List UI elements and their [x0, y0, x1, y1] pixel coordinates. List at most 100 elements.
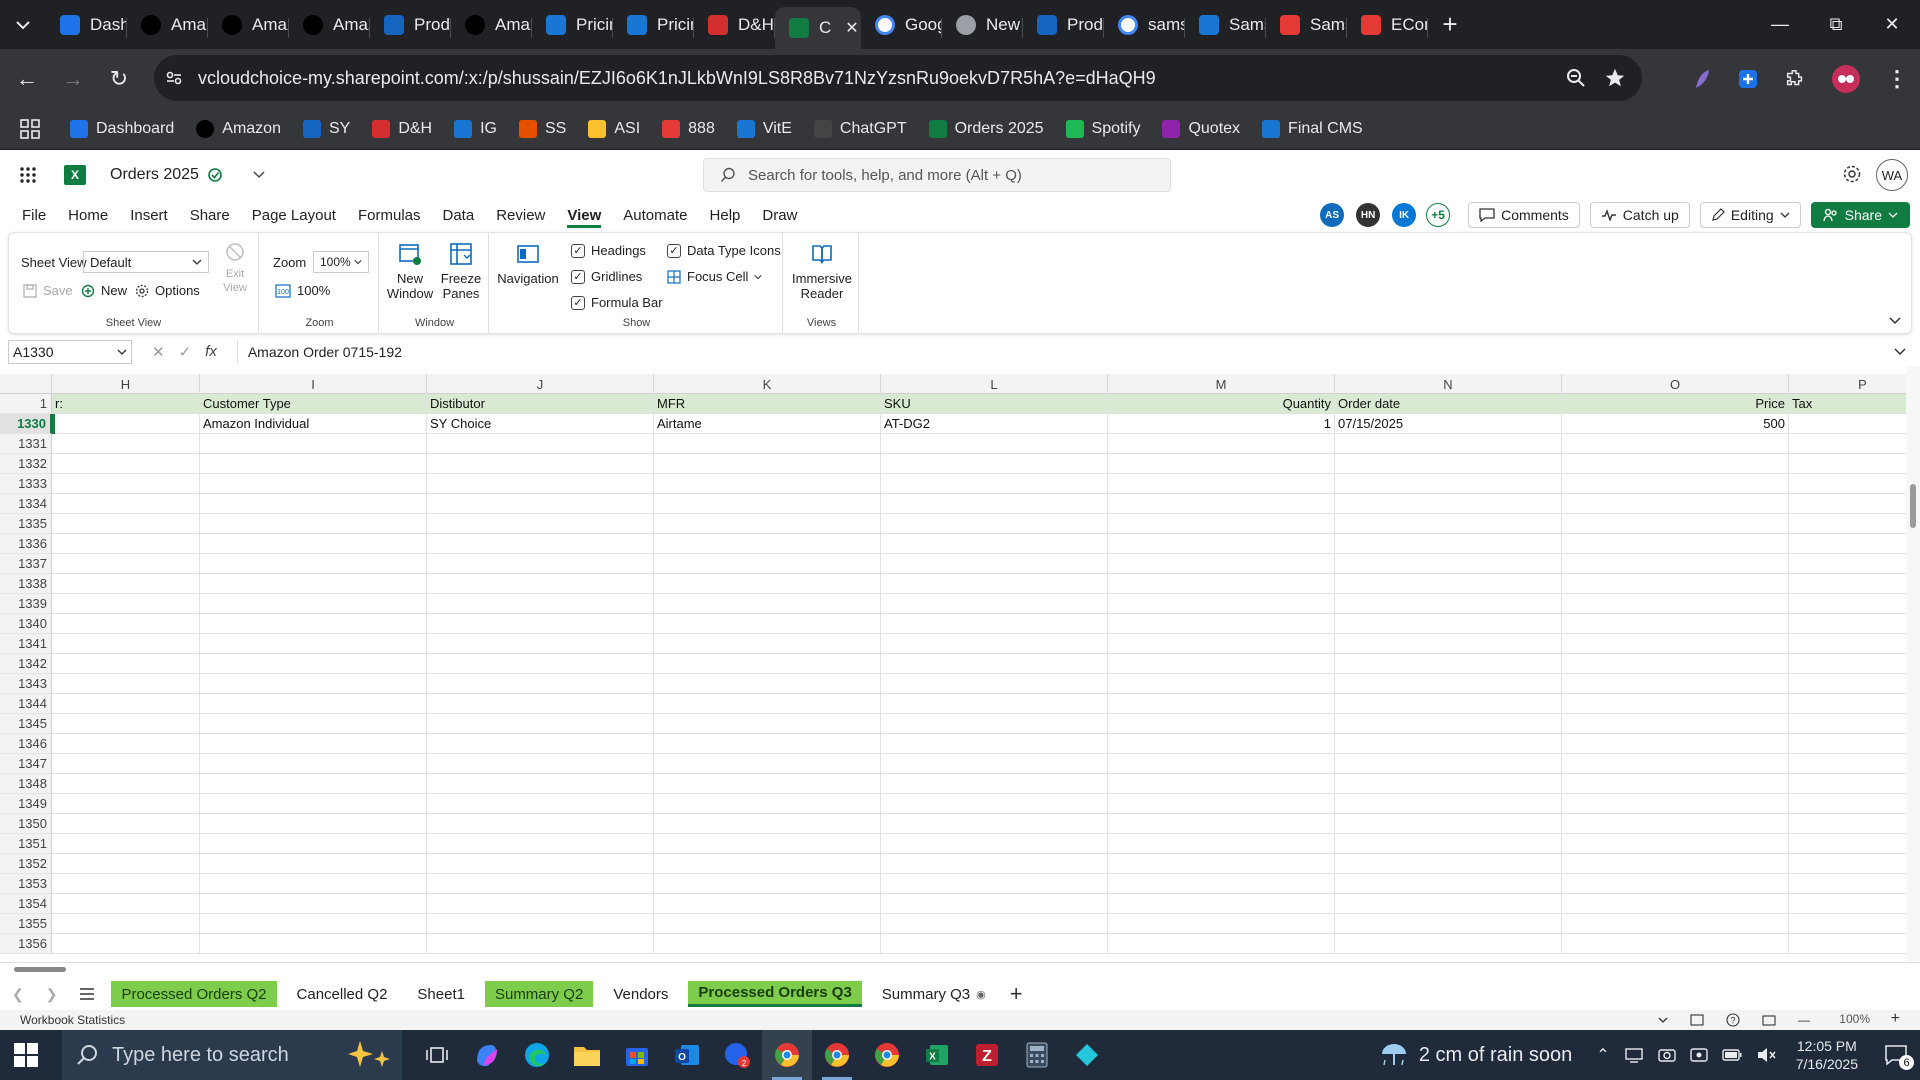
bookmark-item[interactable]: ChatGPT: [813, 120, 907, 138]
focus-cell-button[interactable]: Focus Cell: [667, 269, 762, 284]
browser-tab[interactable]: Amaz: [127, 6, 208, 44]
grid-cell[interactable]: [427, 594, 654, 614]
grid-cell[interactable]: [881, 854, 1108, 874]
grid-cell[interactable]: [881, 674, 1108, 694]
grid-cell[interactable]: [1789, 534, 1906, 554]
column-header[interactable]: O: [1562, 374, 1789, 394]
confirm-entry-icon[interactable]: ✓: [179, 343, 192, 361]
grid-cell[interactable]: [1108, 634, 1335, 654]
grid-cell[interactable]: [881, 694, 1108, 714]
browser-tab[interactable]: New: [942, 6, 1023, 44]
browser-tab[interactable]: Dashb: [46, 6, 127, 44]
grid-cell[interactable]: AT-DG2: [881, 414, 1108, 434]
site-info-icon[interactable]: [164, 68, 184, 88]
chevron-down-icon[interactable]: [1658, 1017, 1668, 1023]
grid-cell[interactable]: Amazon Individual: [200, 414, 427, 434]
grid-cell[interactable]: [200, 814, 427, 834]
menu-tab-help[interactable]: Help: [710, 203, 741, 228]
grid-cell[interactable]: 500: [1562, 414, 1789, 434]
row-header[interactable]: 1350: [0, 814, 52, 834]
row-header[interactable]: 1340: [0, 614, 52, 634]
grid-cell[interactable]: [1108, 754, 1335, 774]
grid-cell[interactable]: [654, 854, 881, 874]
grid-cell[interactable]: [1335, 814, 1562, 834]
grid-cell[interactable]: [654, 614, 881, 634]
row-header[interactable]: 1331: [0, 434, 52, 454]
grid-cell[interactable]: [427, 474, 654, 494]
catch-up-button[interactable]: Catch up: [1589, 202, 1690, 228]
teams-calendar-app[interactable]: 2: [712, 1030, 762, 1080]
document-title[interactable]: Orders 2025: [110, 166, 199, 184]
grid-cell[interactable]: [881, 634, 1108, 654]
menu-tab-page-layout[interactable]: Page Layout: [252, 203, 336, 228]
row-header[interactable]: 1330: [0, 414, 52, 434]
grid-cell[interactable]: [654, 734, 881, 754]
grid-cell[interactable]: [881, 814, 1108, 834]
grid-cell[interactable]: [1789, 634, 1906, 654]
grid-cell[interactable]: Tax: [1789, 394, 1906, 414]
bookmark-item[interactable]: D&H: [372, 120, 432, 138]
grid-cell[interactable]: [1335, 494, 1562, 514]
grid-cell[interactable]: [1789, 914, 1906, 934]
formula-bar-checkbox[interactable]: ✓ Formula Bar: [571, 295, 663, 310]
grid-cell[interactable]: [200, 454, 427, 474]
bookmark-item[interactable]: VitE: [736, 120, 792, 138]
grid-cell[interactable]: [1562, 454, 1789, 474]
insert-function-icon[interactable]: fx: [205, 343, 217, 361]
grid-cell[interactable]: [1108, 834, 1335, 854]
name-box[interactable]: A1330: [8, 340, 132, 364]
browser-menu-button[interactable]: ⋮: [1886, 66, 1908, 92]
grid-cell[interactable]: [1562, 674, 1789, 694]
grid-cell[interactable]: [1562, 514, 1789, 534]
grid-cell[interactable]: [1789, 654, 1906, 674]
grid-cell[interactable]: [1108, 714, 1335, 734]
grid-cell[interactable]: [654, 534, 881, 554]
vertical-scroll-thumb[interactable]: [1910, 484, 1916, 528]
chrome-app[interactable]: [762, 1030, 812, 1080]
grid-cell[interactable]: [1789, 774, 1906, 794]
collapse-ribbon-icon[interactable]: [1889, 317, 1901, 325]
row-header[interactable]: 1336: [0, 534, 52, 554]
grid-cell[interactable]: [427, 874, 654, 894]
grid-cell[interactable]: [1335, 674, 1562, 694]
workbook-statistics[interactable]: Workbook Statistics: [20, 1013, 125, 1027]
row-header[interactable]: 1352: [0, 854, 52, 874]
menu-tab-draw[interactable]: Draw: [762, 203, 797, 228]
grid-cell[interactable]: Airtame: [654, 414, 881, 434]
grid-cell[interactable]: [1789, 814, 1906, 834]
row-header[interactable]: 1337: [0, 554, 52, 574]
grid-cell[interactable]: [52, 554, 200, 574]
grid-cell[interactable]: [881, 614, 1108, 634]
grid-cell[interactable]: [200, 754, 427, 774]
file-explorer-app[interactable]: [562, 1030, 612, 1080]
grid-cell[interactable]: [427, 554, 654, 574]
grid-cell[interactable]: [1562, 754, 1789, 774]
grid-cell[interactable]: [1562, 914, 1789, 934]
grid-cell[interactable]: [654, 814, 881, 834]
horizontal-scrollbar[interactable]: [0, 963, 1906, 975]
grid-cell[interactable]: [654, 654, 881, 674]
grid-cell[interactable]: [1108, 874, 1335, 894]
grid-cell[interactable]: [427, 814, 654, 834]
grid-cell[interactable]: [1335, 654, 1562, 674]
grid-cell[interactable]: [881, 714, 1108, 734]
forward-button[interactable]: →: [50, 56, 96, 102]
comments-button[interactable]: Comments: [1468, 202, 1580, 228]
zoom-icon[interactable]: [1566, 68, 1586, 88]
grid-cell[interactable]: [52, 574, 200, 594]
grid-cell[interactable]: [427, 854, 654, 874]
grid-cell[interactable]: [1108, 794, 1335, 814]
grid-cell[interactable]: [200, 434, 427, 454]
grid-cell[interactable]: [200, 774, 427, 794]
grid-cell[interactable]: [881, 594, 1108, 614]
column-header[interactable]: M: [1108, 374, 1335, 394]
zoom-select[interactable]: 100%: [313, 251, 369, 273]
normal-view-icon[interactable]: [1690, 1014, 1704, 1026]
notifications-button[interactable]: 6: [1884, 1044, 1914, 1070]
grid-cell[interactable]: [52, 454, 200, 474]
immersive-reader-button[interactable]: Immersive Reader: [789, 241, 855, 301]
excel-app[interactable]: X: [912, 1030, 962, 1080]
grid-cell[interactable]: [1108, 814, 1335, 834]
share-button[interactable]: Share: [1810, 202, 1910, 228]
grid-cell[interactable]: [1335, 934, 1562, 954]
